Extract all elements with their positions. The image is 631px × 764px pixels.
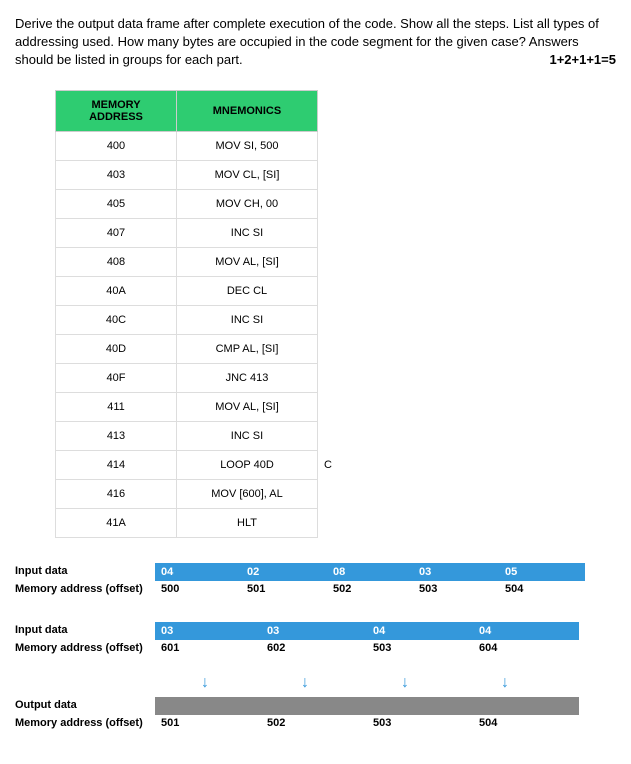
table-row: 413INC SI (56, 421, 318, 450)
table-row: 403MOV CL, [SI] (56, 160, 318, 189)
table-row: 408MOV AL, [SI] (56, 247, 318, 276)
input-data-1: Input data 04 02 08 03 05 Memory address… (15, 563, 616, 597)
arrow-down-icon: ↓ (355, 674, 455, 692)
input-data-2: Input data 03 03 04 04 Memory address (o… (15, 622, 616, 656)
table-row: 400MOV SI, 500 (56, 131, 318, 160)
mnemonic-table: MEMORY ADDRESS MNEMONICS 400MOV SI, 500 … (55, 90, 318, 538)
arrow-down-icon: ↓ (455, 674, 555, 692)
col-header-mnem: MNEMONICS (177, 90, 318, 131)
input2-label: Input data (15, 624, 68, 636)
arrow-down-icon: ↓ (155, 674, 255, 692)
table-row: 40CINC SI (56, 305, 318, 334)
arrow-down-icon: ↓ (255, 674, 355, 692)
col-header-addr: MEMORY ADDRESS (56, 90, 177, 131)
output-data: Output data Memory address (offset) 501 … (15, 697, 616, 731)
question-text: Derive the output data frame after compl… (15, 15, 616, 70)
output-addr-label: Memory address (offset) (15, 717, 143, 729)
table-row: 41AHLT (56, 508, 318, 537)
table-row: 40ADEC CL (56, 276, 318, 305)
table-row: 416MOV [600], AL (56, 479, 318, 508)
input2-addr-label: Memory address (offset) (15, 642, 143, 654)
input1-addr-label: Memory address (offset) (15, 583, 143, 595)
output-label: Output data (15, 699, 77, 711)
marks: 1+2+1+1=5 (549, 51, 616, 69)
question-body: Derive the output data frame after compl… (15, 16, 599, 67)
table-row: 414LOOP 40DC (56, 450, 318, 479)
arrows: ↓ ↓ ↓ ↓ (155, 674, 616, 692)
table-row: 407INC SI (56, 218, 318, 247)
table-row: 40DCMP AL, [SI] (56, 334, 318, 363)
loop-suffix: C (324, 459, 332, 471)
table-row: 411MOV AL, [SI] (56, 392, 318, 421)
input1-label: Input data (15, 565, 68, 577)
table-row: 40FJNC 413 (56, 363, 318, 392)
table-row: 405MOV CH, 00 (56, 189, 318, 218)
